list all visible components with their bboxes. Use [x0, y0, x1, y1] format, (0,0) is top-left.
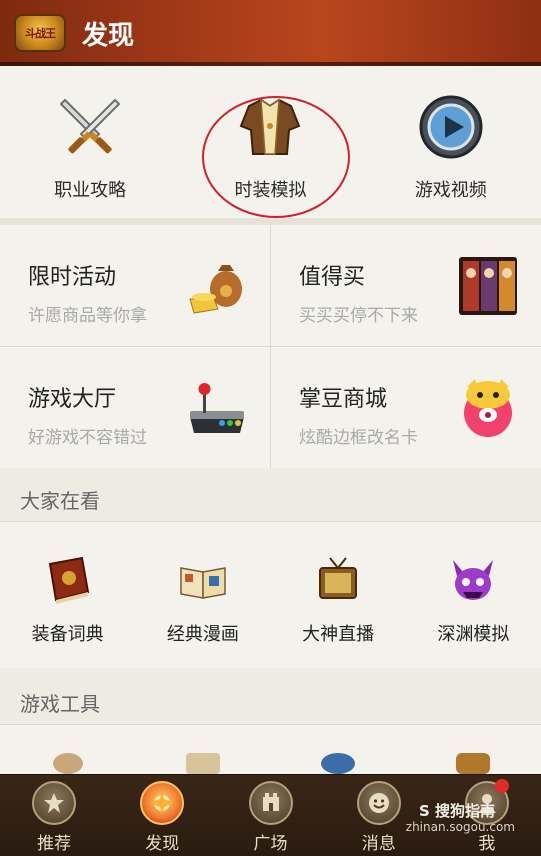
card-title: 掌豆商城	[299, 387, 388, 412]
card-title: 限时活动	[28, 265, 117, 290]
entry-label: 装备词典	[31, 624, 104, 645]
poster-icon	[459, 257, 517, 315]
comic-icon	[180, 567, 226, 599]
crossed-swords-icon	[59, 98, 121, 154]
feature-grid: 限时活动 许愿商品等你拿 值得买 买买买停不下来 游戏大厅 好游戏不容错过 掌豆…	[0, 225, 541, 468]
recommend-icon	[32, 781, 77, 825]
mascot-icon	[464, 379, 512, 437]
page-title: 发现	[82, 20, 135, 51]
highlight-circle	[202, 96, 350, 218]
entry-abyss-sim[interactable]: 深渊模拟	[406, 554, 541, 668]
card-subtitle: 许愿商品等你拿	[28, 306, 147, 326]
tool-icon	[456, 753, 491, 774]
tool-item[interactable]	[135, 753, 270, 774]
entry-label: 游戏视频	[414, 180, 487, 201]
watermark-url: zhinan.sogou.com	[405, 820, 515, 834]
entry-career-guide[interactable]: 职业攻略	[0, 66, 180, 218]
entry-label: 深渊模拟	[437, 624, 510, 645]
section-header-tools: 游戏工具	[0, 674, 541, 724]
section-title: 大家在看	[20, 489, 100, 513]
card-title: 游戏大厅	[28, 387, 117, 412]
card-game-hall[interactable]: 游戏大厅 好游戏不容错过	[0, 347, 270, 468]
card-limited-event[interactable]: 限时活动 许愿商品等你拿	[0, 225, 270, 346]
tool-icon	[185, 753, 220, 774]
tab-discover[interactable]: 发现	[108, 775, 216, 856]
section-title: 游戏工具	[20, 692, 100, 716]
book-icon	[48, 556, 89, 604]
entry-label: 经典漫画	[166, 624, 239, 645]
tab-label: 消息	[361, 834, 396, 854]
tool-icon	[321, 753, 356, 774]
message-icon	[356, 781, 401, 825]
entry-equipment-dictionary[interactable]: 装备词典	[0, 554, 135, 668]
plaza-icon	[248, 781, 293, 825]
popular-row: 装备词典 经典漫画 大神直播 深渊模拟	[0, 522, 541, 668]
entry-game-video[interactable]: 游戏视频	[361, 66, 541, 218]
watermark-brand: S 搜狗指南	[418, 802, 495, 820]
divider	[0, 218, 541, 225]
tool-item[interactable]	[0, 753, 135, 774]
card-worth-buying[interactable]: 值得买 买买买停不下来	[271, 225, 541, 346]
tab-label: 发现	[145, 834, 180, 854]
card-subtitle: 买买买停不下来	[299, 306, 418, 326]
tools-row	[0, 725, 541, 774]
top-bar: 斗战王 发现	[0, 0, 541, 66]
tv-icon	[319, 557, 358, 599]
card-bean-mall[interactable]: 掌豆商城 炫酷边框改名卡	[271, 347, 541, 468]
play-icon	[419, 95, 483, 159]
tab-recommend[interactable]: 推荐	[0, 775, 108, 856]
entry-classic-comics[interactable]: 经典漫画	[135, 554, 270, 668]
entry-expert-live[interactable]: 大神直播	[271, 554, 406, 668]
tool-item[interactable]	[271, 753, 406, 774]
tab-label: 推荐	[37, 834, 72, 854]
joystick-icon	[190, 383, 244, 433]
card-title: 值得买	[299, 265, 366, 290]
tool-icon	[52, 753, 83, 774]
entry-label: 职业攻略	[54, 180, 127, 201]
tab-label: 广场	[253, 834, 288, 854]
card-subtitle: 炫酷边框改名卡	[299, 428, 418, 448]
grid-divider-horizontal	[0, 346, 541, 347]
tool-item[interactable]	[406, 753, 541, 774]
card-subtitle: 好游戏不容错过	[28, 428, 147, 448]
tab-messages[interactable]: 消息	[325, 775, 433, 856]
section-header-popular: 大家在看	[0, 471, 541, 521]
treasure-bag-icon	[189, 265, 242, 314]
demon-icon	[453, 560, 494, 600]
app-logo[interactable]: 斗战王	[14, 14, 66, 52]
notification-dot	[495, 779, 510, 793]
logo-text: 斗战王	[25, 27, 56, 40]
entry-label: 大神直播	[302, 624, 375, 645]
discover-icon	[140, 781, 185, 825]
tab-plaza[interactable]: 广场	[216, 775, 324, 856]
